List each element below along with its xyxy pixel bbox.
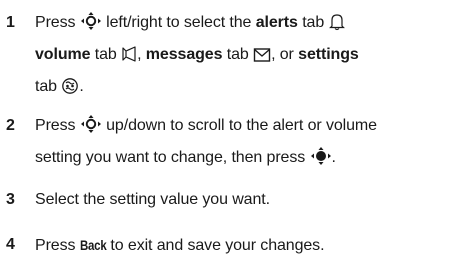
step-number: 1 — [6, 14, 15, 31]
step-text: Press up/down to scroll to the alert or … — [35, 112, 465, 176]
envelope-icon — [253, 45, 271, 73]
back-key-label: Back — [79, 237, 107, 253]
step-number: 3 — [6, 191, 15, 208]
step-4: 4 Press Back to exit and save your chang… — [0, 231, 474, 259]
settings-icon — [61, 77, 79, 105]
step-number: 4 — [6, 236, 15, 253]
step-3: 3 Select the setting value you want. — [0, 186, 474, 214]
step-text: Press Back to exit and save your changes… — [35, 231, 465, 260]
bell-icon — [328, 13, 345, 41]
center-key-icon — [310, 146, 332, 176]
step-1: 1 Press left/right to select the alerts … — [0, 9, 474, 95]
step-number: 2 — [6, 117, 15, 134]
nav-key-icon — [80, 11, 102, 41]
step-text: Press left/right to select the alerts ta… — [35, 9, 465, 105]
step-2: 2 Press up/down to scroll to the alert o… — [0, 112, 474, 166]
nav-key-icon — [80, 114, 102, 144]
step-text: Select the setting value you want. — [35, 191, 270, 208]
speaker-icon — [121, 45, 137, 73]
